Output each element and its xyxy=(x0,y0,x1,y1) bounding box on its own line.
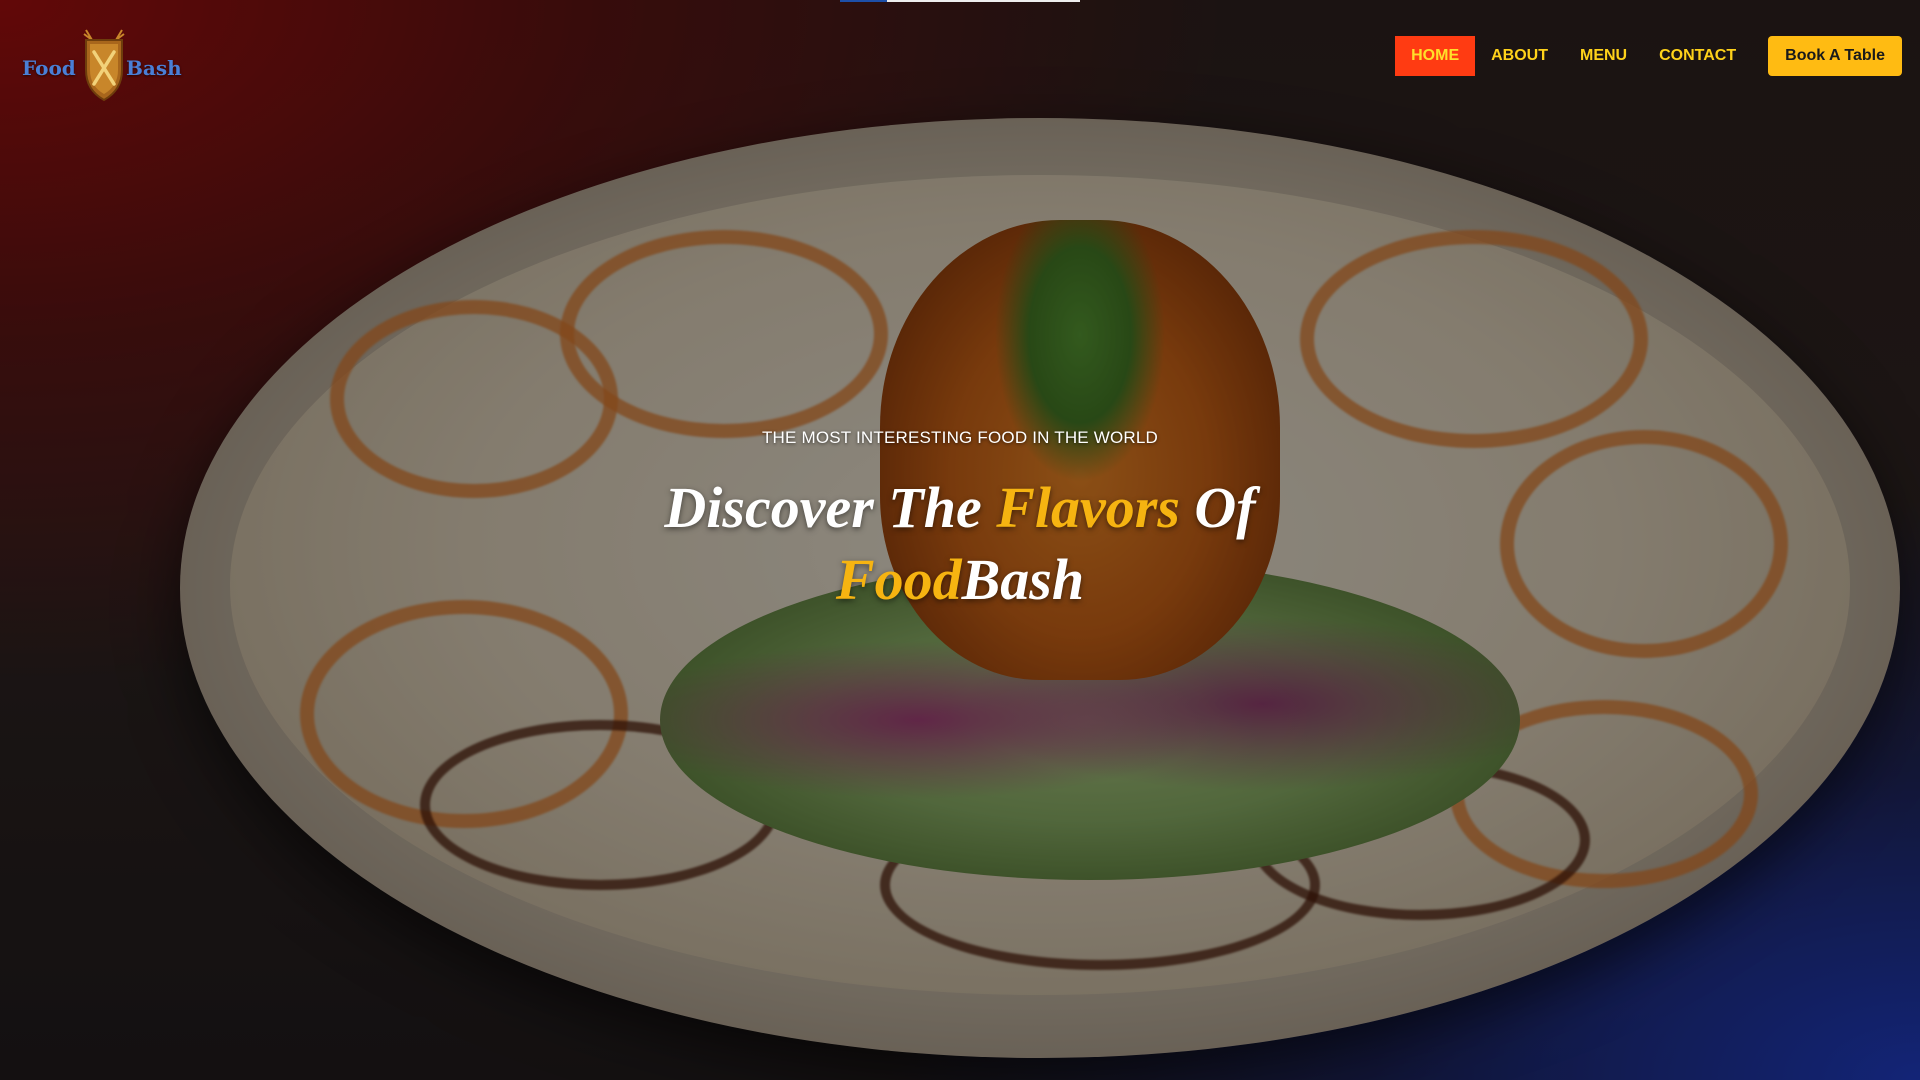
logo-word-left: Food xyxy=(22,56,76,80)
nav-menu[interactable]: MENU xyxy=(1564,36,1643,76)
book-a-table-button[interactable]: Book A Table xyxy=(1768,36,1902,76)
hero-headline: Discover The Flavors Of FoodBash xyxy=(0,472,1920,616)
hero-tagline: THE MOST INTERESTING FOOD IN THE WORLD xyxy=(761,428,1159,447)
headline-accent-food: Food xyxy=(835,547,962,612)
logo-word-right: Bash xyxy=(126,56,182,80)
hero-text-block: THE MOST INTERESTING FOOD IN THE WORLD D… xyxy=(0,428,1920,616)
nav-about[interactable]: ABOUT xyxy=(1475,36,1564,76)
nav-contact[interactable]: CONTACT xyxy=(1643,36,1752,76)
headline-part-2: Of xyxy=(1179,475,1256,540)
site-header: Food Bash HOME ABOUT MENU CONTACT Book A… xyxy=(0,0,1920,110)
main-nav: HOME ABOUT MENU CONTACT Book A Table xyxy=(1395,36,1902,76)
headline-part-3: Bash xyxy=(961,547,1085,612)
headline-accent-flavors: Flavors xyxy=(996,475,1180,540)
shield-crossed-utensils-icon xyxy=(83,29,125,102)
hero-section: Food Bash HOME ABOUT MENU CONTACT Book A… xyxy=(0,0,1920,1080)
headline-part-1: Discover The xyxy=(664,475,997,540)
brand-logo[interactable]: Food Bash xyxy=(20,20,182,108)
nav-home[interactable]: HOME xyxy=(1395,36,1476,76)
